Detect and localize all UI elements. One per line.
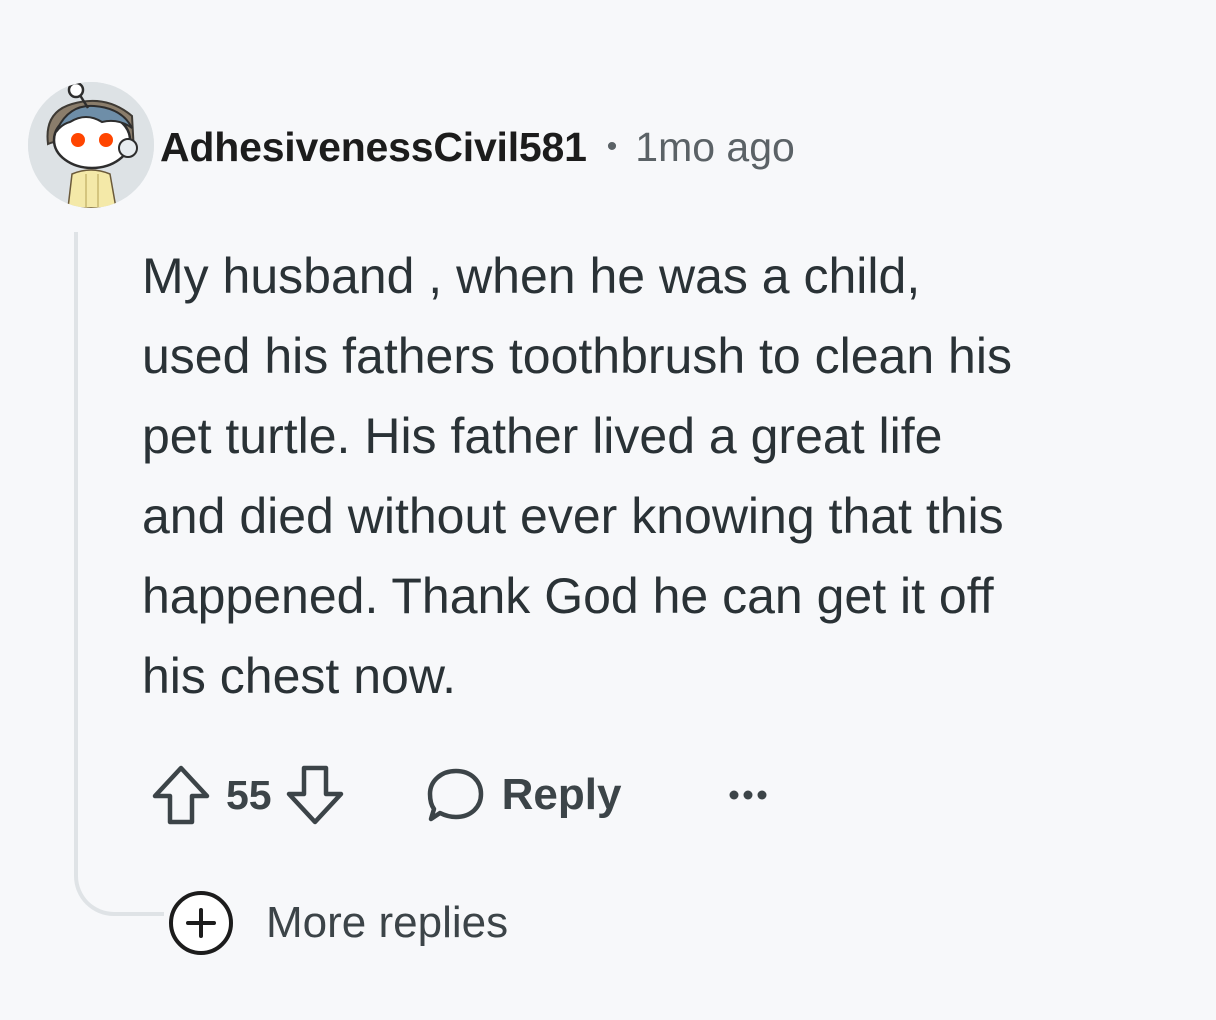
speech-bubble-icon <box>427 768 483 822</box>
action-bar: 55 Reply <box>150 760 769 830</box>
comment-line: used his fathers toothbrush to clean his <box>142 328 1012 384</box>
reply-label: Reply <box>501 770 622 819</box>
comment-line: happened. Thank God he can get it off <box>142 568 994 624</box>
username[interactable]: AdhesivenessCivil581 <box>160 124 587 171</box>
more-options-button[interactable] <box>727 788 769 802</box>
comment-line: My husband , when he was a child, <box>142 248 921 304</box>
snoo-avatar-icon <box>28 82 154 208</box>
comment-line: his chest now. <box>142 648 457 704</box>
comment-card: AdhesivenessCivil581 • 1mo ago My husban… <box>0 0 1216 1020</box>
more-replies-button[interactable]: More replies <box>166 888 508 958</box>
plus-circle-icon <box>169 891 233 955</box>
comment-line: pet turtle. His father lived a great lif… <box>142 408 943 464</box>
reply-button[interactable]: Reply <box>426 765 622 825</box>
more-replies-label: More replies <box>266 898 509 947</box>
comment-line: and died without ever knowing that this <box>142 488 1004 544</box>
comment-header: AdhesivenessCivil581 • 1mo ago <box>160 120 795 174</box>
avatar[interactable] <box>28 82 154 208</box>
vote-count: 55 <box>226 771 272 818</box>
arrow-down-icon[interactable] <box>284 762 346 828</box>
separator-dot: • <box>606 130 618 163</box>
arrow-up-icon[interactable] <box>150 762 212 828</box>
comment-body: My husband , when he was a child, used h… <box>142 236 1192 716</box>
timestamp[interactable]: 1mo ago <box>635 124 795 171</box>
ellipsis-icon <box>729 790 767 800</box>
